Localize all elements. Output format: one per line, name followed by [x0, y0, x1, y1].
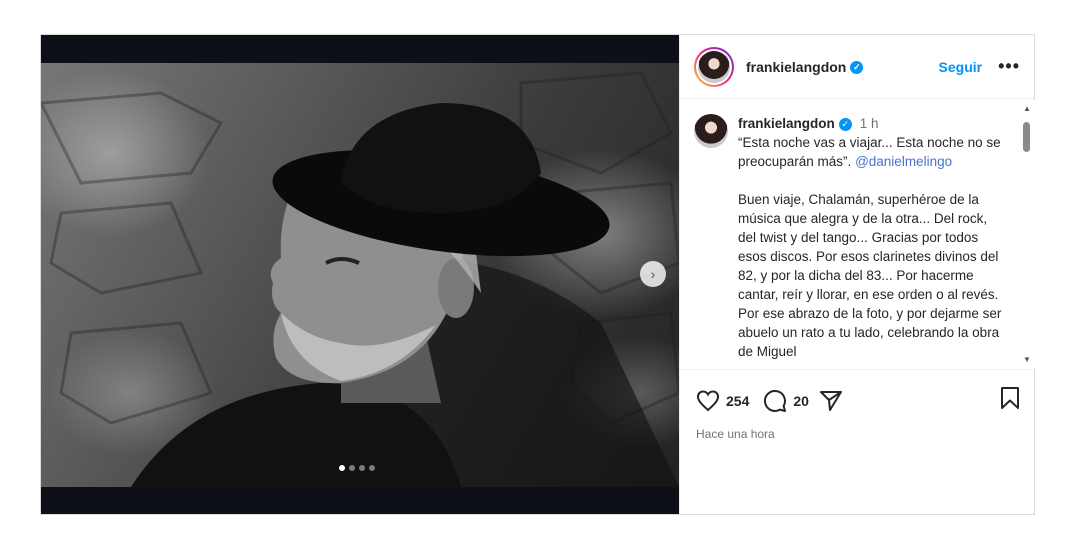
- comment-icon: [764, 389, 787, 412]
- more-options-icon[interactable]: •••: [998, 56, 1020, 77]
- avatar[interactable]: [694, 46, 734, 87]
- caption-body: frankielangdon ✓ 1 h “Esta noche vas a via…: [738, 114, 1004, 361]
- carousel-dot[interactable]: [369, 465, 375, 471]
- caption: frankielangdon ✓ 1 h “Esta noche vas a via…: [680, 100, 1035, 361]
- like-count: 254: [726, 392, 750, 409]
- comments-panel[interactable]: frankielangdon ✓ 1 h “Esta noche vas a via…: [680, 100, 1035, 368]
- carousel-dot[interactable]: [339, 465, 345, 471]
- post-photo[interactable]: [41, 63, 679, 487]
- carousel-next-button[interactable]: ›: [640, 261, 666, 287]
- heart-icon: [696, 389, 720, 411]
- follow-button[interactable]: Seguir: [939, 59, 983, 75]
- scrollbar[interactable]: ▲ ▼: [1018, 100, 1035, 368]
- share-button[interactable]: [819, 389, 843, 413]
- caption-avatar[interactable]: [694, 114, 728, 148]
- chevron-right-icon: ›: [650, 266, 656, 282]
- caption-text: Buen viaje, Chalamán, superhéroe de la m…: [738, 192, 1002, 359]
- scroll-up-icon[interactable]: ▲: [1023, 104, 1031, 113]
- caption-time[interactable]: 1 h: [860, 116, 879, 131]
- bookmark-icon: [1001, 387, 1019, 409]
- post-media: ›: [41, 35, 679, 514]
- post-header: frankielangdon ✓ Seguir •••: [680, 35, 1034, 99]
- carousel-dot[interactable]: [359, 465, 365, 471]
- username-link[interactable]: frankielangdon ✓: [746, 58, 864, 75]
- post-sidebar: frankielangdon ✓ Seguir ••• frankielangdo…: [679, 35, 1035, 514]
- carousel-dot[interactable]: [349, 465, 355, 471]
- comment-button[interactable]: 20: [763, 389, 809, 413]
- comment-count: 20: [793, 392, 809, 409]
- username-text: frankielangdon: [746, 58, 847, 75]
- mention-link[interactable]: @danielmelingo: [855, 154, 952, 169]
- like-button[interactable]: 254: [696, 389, 749, 413]
- scroll-down-icon[interactable]: ▼: [1023, 355, 1031, 364]
- post-timestamp[interactable]: Hace una hora: [696, 427, 1021, 441]
- post-card: › frankielangdon ✓ Seguir ••• frankielang…: [40, 34, 1035, 515]
- save-button[interactable]: [999, 386, 1021, 415]
- actions-bar: 254 20 Hace una hora: [680, 369, 1035, 441]
- scrollbar-thumb[interactable]: [1023, 122, 1030, 152]
- caption-username[interactable]: frankielangdon: [738, 116, 835, 131]
- verified-badge-icon: ✓: [838, 117, 852, 131]
- photo-illustration: [41, 71, 679, 487]
- share-icon: [819, 390, 842, 411]
- verified-badge-icon: ✓: [850, 61, 864, 75]
- carousel-dots: [339, 465, 375, 471]
